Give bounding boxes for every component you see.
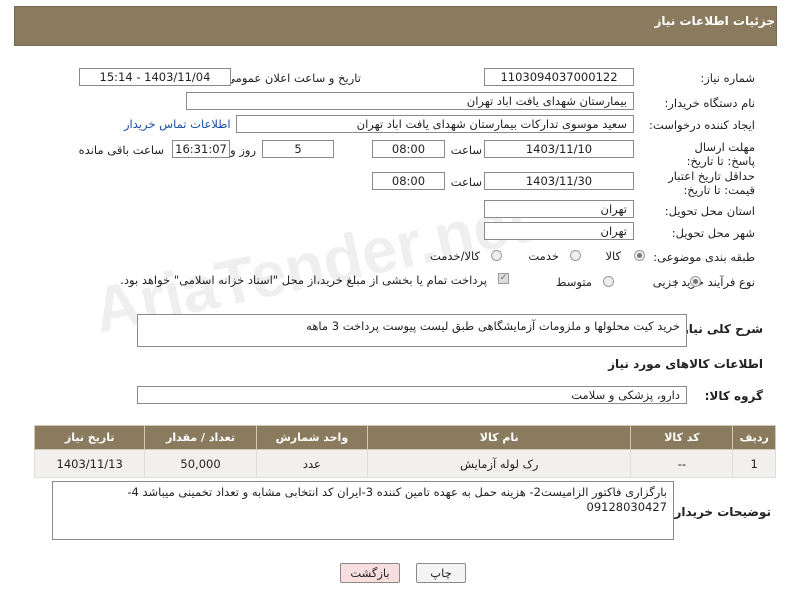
remaining-label: ساعت باقی مانده [78, 143, 164, 157]
process-option-medium: متوسط [555, 275, 592, 289]
buyer-contact-link[interactable]: اطلاعات تماس خریدار [124, 117, 231, 131]
validity-time-label: ساعت [450, 175, 482, 189]
days-label: روز و [230, 143, 256, 157]
description-text: خرید کیت محلولها و ملزومات آزمایشگاهی طب… [306, 319, 680, 333]
validity-date-field: 1403/11/30 [484, 172, 634, 190]
back-button[interactable]: بازگشت [340, 563, 400, 583]
category-label: طبقه بندی موضوعی: [653, 250, 755, 264]
remaining-time-field: 16:31:07 [172, 140, 230, 158]
goods-group-label: گروه کالا: [704, 389, 763, 403]
announce-field: 1403/11/04 - 15:14 [79, 68, 231, 86]
deadline-time-label: ساعت [450, 143, 482, 157]
validity-label: حداقل تاریخ اعتبار قیمت: تا تاریخ: [668, 169, 755, 197]
goods-section-title: اطلاعات کالاهای مورد نیاز [608, 357, 763, 371]
deadline-time-field: 08:00 [372, 140, 445, 158]
process-option-minor: جزیی [652, 275, 679, 289]
cell-name: رک لوله آزمایش [367, 449, 632, 478]
city-field: تهران [484, 222, 634, 240]
requester-field: سعید موسوی تدارکات بیمارستان شهدای یافت … [236, 115, 634, 133]
deadline-label: مهلت ارسال پاسخ: تا تاریخ: [686, 140, 755, 168]
buyer-org-field: بیمارستان شهدای یافت اباد تهران [186, 92, 634, 110]
col-name: نام کالا [367, 425, 632, 450]
buyer-notes-field: بارگزاری فاکتور الزامیست2- هزینه حمل به … [52, 481, 674, 540]
category-option-goods-service: کالا/خدمت [429, 249, 480, 263]
cell-date: 1403/11/13 [33, 449, 146, 478]
buyer-notes-label: توضیحات خریدار: [669, 505, 771, 519]
validity-time-field: 08:00 [372, 172, 445, 190]
page-title: جزئیات اطلاعات نیاز [654, 14, 775, 28]
process-label: نوع فرآیند خرید : [673, 275, 755, 289]
col-date: تاریخ نیاز [33, 425, 146, 450]
announce-label: تاریخ و ساعت اعلان عمومی: [222, 71, 361, 85]
cell-unit: عدد [255, 449, 369, 478]
col-code: کد کالا [630, 425, 734, 450]
table-row: 1 -- رک لوله آزمایش عدد 50,000 1403/11/1… [33, 449, 776, 478]
category-option-goods: کالا [605, 249, 621, 263]
cell-row: 1 [732, 449, 776, 478]
need-number-label: شماره نیاز: [700, 71, 755, 85]
treasury-payment-checkbox[interactable]: ✓ [498, 273, 509, 284]
need-number-field: 1103094037000122 [484, 68, 634, 86]
process-radio-minor[interactable] [690, 276, 701, 287]
cell-code: -- [630, 449, 734, 478]
category-radio-goods-service[interactable] [491, 250, 502, 261]
col-qty: تعداد / مقدار [144, 425, 257, 450]
col-row: ردیف [732, 425, 776, 450]
category-radio-service[interactable] [570, 250, 581, 261]
province-field: تهران [484, 200, 634, 218]
goods-group-field: دارو، پزشکی و سلامت [137, 386, 687, 404]
days-field: 5 [262, 140, 334, 158]
goods-table-wrap: ردیف کد کالا نام کالا واحد شمارش تعداد /… [33, 425, 776, 478]
cell-qty: 50,000 [144, 449, 257, 478]
category-option-service: خدمت [528, 249, 559, 263]
col-unit: واحد شمارش [255, 425, 369, 450]
description-field: خرید کیت محلولها و ملزومات آزمایشگاهی طب… [137, 314, 687, 347]
goods-table: ردیف کد کالا نام کالا واحد شمارش تعداد /… [33, 425, 776, 478]
deadline-date-field: 1403/11/10 [484, 140, 634, 158]
print-button[interactable]: چاپ [416, 563, 466, 583]
province-label: استان محل تحویل: [664, 204, 755, 218]
process-radio-medium[interactable] [603, 276, 614, 287]
requester-label: ایجاد کننده درخواست: [649, 118, 755, 132]
description-label: شرح کلی نیاز: [677, 322, 763, 336]
buyer-org-label: نام دستگاه خریدار: [664, 96, 755, 110]
goods-table-header: ردیف کد کالا نام کالا واحد شمارش تعداد /… [33, 425, 776, 450]
buyer-notes-text: بارگزاری فاکتور الزامیست2- هزینه حمل به … [127, 485, 667, 514]
category-radio-goods[interactable] [634, 250, 645, 261]
city-label: شهر محل تحویل: [671, 226, 755, 240]
treasury-payment-note: پرداخت تمام یا بخشی از مبلغ خرید،از محل … [120, 273, 487, 287]
